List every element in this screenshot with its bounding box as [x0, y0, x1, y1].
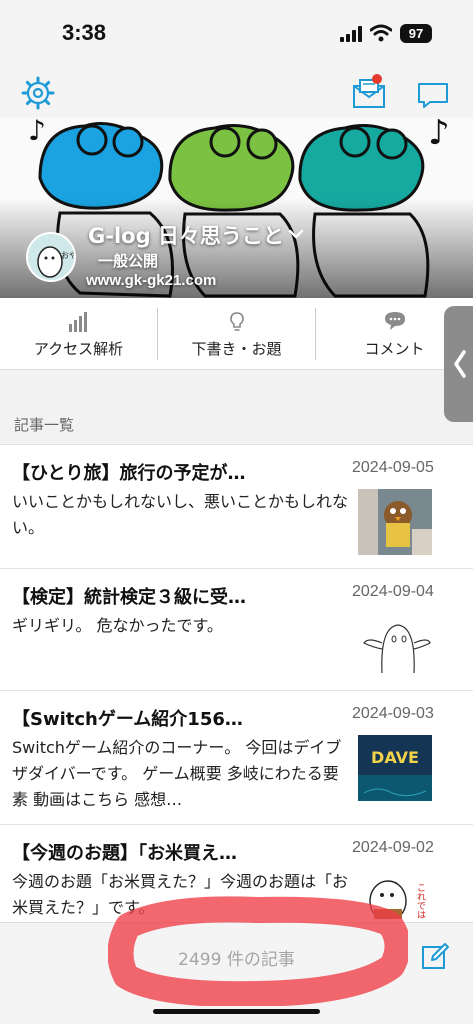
red-scribble-annotation — [108, 896, 408, 1006]
article-title: 【Switchゲーム紹介156… — [12, 709, 243, 730]
thumbnail-text: DAVE — [371, 748, 419, 767]
thumbnail-text: これでは聞いてくれた — [415, 883, 426, 919]
article-title: 【ひとり旅】旅行の予定が… — [12, 463, 246, 484]
chat-icon[interactable] — [416, 76, 450, 110]
article-date: 2024-09-02 — [352, 839, 434, 856]
status-bar: 3:38 97 — [0, 0, 473, 70]
blog-url[interactable]: www.gk-gk21.com — [86, 272, 216, 289]
article-excerpt: Switchゲーム紹介のコーナー。 今回はデイブザダイバーです。 ゲーム概要 多… — [12, 738, 342, 809]
drafts-topics-button[interactable]: 下書き・お題 — [158, 298, 315, 370]
svg-text:♪: ♪ — [428, 118, 450, 153]
article-date: 2024-09-04 — [352, 583, 434, 600]
drafts-topics-label: 下書き・お題 — [191, 340, 282, 358]
access-analysis-label: アクセス解析 — [33, 340, 124, 358]
battery-icon: 97 — [400, 24, 432, 43]
article-title: 【今週のお題】「お米買え… — [12, 843, 237, 864]
list-item[interactable]: 【ひとり旅】旅行の予定が… 2024-09-05 いいことかもしれないし、悪いこ… — [0, 444, 473, 568]
article-excerpt: いいことかもしれないし、悪いことかもしれない。 — [12, 492, 349, 537]
chevron-down-icon[interactable] — [286, 224, 306, 244]
article-thumbnail: DAVE — [358, 735, 432, 801]
section-label: 記事一覧 — [14, 416, 75, 434]
list-item[interactable]: 【検定】統計検定３級に受… 2024-09-04 ギリギリ。 危なかったです。 — [0, 568, 473, 690]
signal-icon — [340, 26, 364, 42]
speech-bubble-icon — [384, 312, 405, 330]
wifi-icon — [370, 24, 392, 42]
article-thumbnail — [358, 613, 432, 679]
blog-title[interactable]: G-log 日々思うこと — [88, 220, 284, 250]
svg-text:♪: ♪ — [28, 118, 46, 147]
status-time: 3:38 — [62, 20, 107, 45]
article-date: 2024-09-03 — [352, 705, 434, 722]
article-thumbnail — [358, 489, 432, 555]
compose-icon[interactable] — [420, 941, 450, 971]
side-drawer-handle[interactable] — [444, 306, 473, 422]
avatar-text: おや- — [61, 251, 76, 260]
list-item[interactable]: 【Switchゲーム紹介156… 2024-09-03 Switchゲーム紹介の… — [0, 690, 473, 824]
article-title: 【検定】統計検定３級に受… — [12, 587, 246, 608]
lightbulb-icon — [229, 312, 244, 331]
chevron-left-icon — [454, 350, 466, 378]
access-analysis-button[interactable]: アクセス解析 — [0, 298, 157, 370]
visibility-label: 一般公開 — [98, 252, 159, 270]
home-indicator — [153, 1009, 320, 1014]
bar-chart-icon — [68, 312, 87, 332]
avatar[interactable]: おや- — [26, 232, 76, 282]
article-date: 2024-09-05 — [352, 459, 434, 476]
top-nav — [0, 70, 473, 118]
tools-bar: アクセス解析 下書き・お題 コメント — [0, 298, 473, 370]
article-excerpt: ギリギリ。 危なかったです。 — [12, 616, 223, 635]
notification-dot — [372, 74, 382, 84]
gear-icon[interactable] — [21, 76, 55, 110]
